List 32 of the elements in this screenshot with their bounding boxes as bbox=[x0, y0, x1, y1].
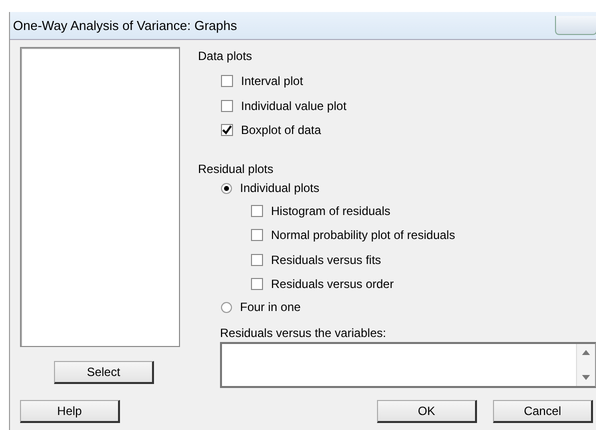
checkbox-label: Normal probability plot of residuals bbox=[271, 228, 456, 242]
checkbox-label: Interval plot bbox=[241, 74, 304, 88]
window-title: One-Way Analysis of Variance: Graphs bbox=[13, 18, 237, 33]
checkbox-label: Residuals versus fits bbox=[271, 252, 382, 267]
radio-label: Individual plots bbox=[240, 181, 320, 195]
close-button[interactable] bbox=[555, 16, 596, 35]
checkbox[interactable] bbox=[251, 278, 263, 290]
scrollbar[interactable] bbox=[576, 344, 595, 386]
radio-button[interactable] bbox=[221, 302, 232, 312]
checkbox[interactable] bbox=[251, 254, 263, 266]
variable-list[interactable] bbox=[20, 47, 180, 347]
section-label: Residual plots bbox=[198, 162, 274, 176]
section-label: Data plots bbox=[198, 49, 254, 63]
checkbox[interactable] bbox=[221, 100, 233, 112]
variables-field[interactable] bbox=[220, 342, 596, 388]
checkbox[interactable] bbox=[251, 204, 263, 217]
select-button[interactable]: Select bbox=[54, 361, 154, 384]
checkbox-label: Boxplot of data bbox=[241, 123, 322, 138]
scroll-down-icon[interactable] bbox=[582, 374, 590, 380]
radio-label: Four in one bbox=[240, 300, 301, 314]
checkbox-label: Histogram of residuals bbox=[271, 204, 390, 218]
scroll-up-icon[interactable] bbox=[582, 350, 590, 354]
checkbox-label: Residuals versus order bbox=[271, 277, 394, 292]
help-button[interactable]: Help bbox=[20, 400, 120, 422]
checkbox[interactable] bbox=[221, 75, 233, 88]
radio-button[interactable] bbox=[221, 182, 232, 194]
field-label: Residuals versus the variables: bbox=[220, 326, 388, 340]
dialog-button[interactable]: Cancel bbox=[493, 400, 593, 422]
checkbox[interactable] bbox=[221, 124, 233, 136]
checkbox-label: Individual value plot bbox=[241, 98, 346, 113]
checkbox[interactable] bbox=[251, 229, 263, 242]
dialog-button[interactable]: OK bbox=[377, 400, 477, 422]
